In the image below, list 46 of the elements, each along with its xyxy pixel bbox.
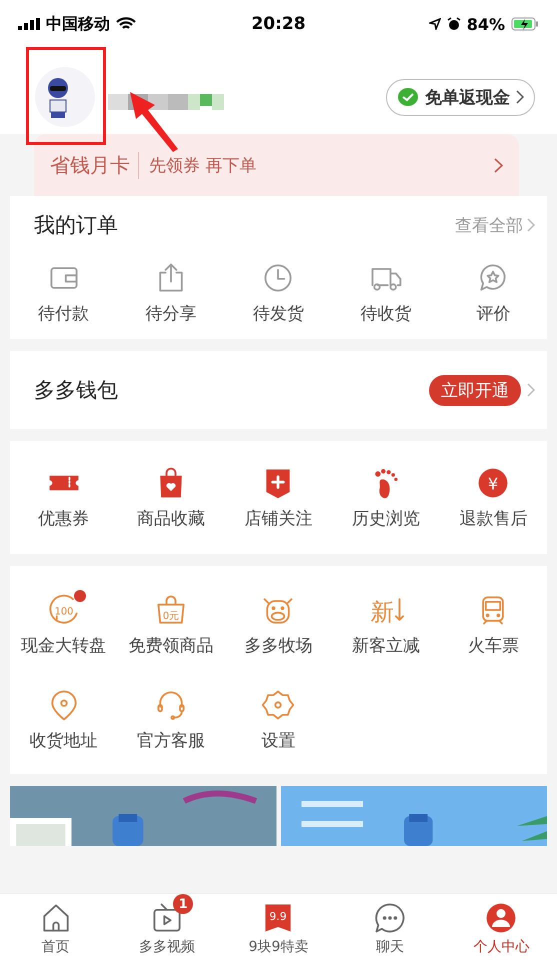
order-status-button[interactable]: 待付款 (10, 254, 118, 339)
section-title: 我的订单 (34, 212, 118, 239)
count-badge: 1 (173, 894, 194, 914)
promo-card[interactable]: 省钱月卡 先领券 再下单 (34, 134, 519, 196)
chevron-icon (527, 218, 535, 232)
tab[interactable]: 个人中心 (446, 894, 557, 966)
chevron-icon (516, 90, 524, 104)
order-status-button[interactable]: 评价 (440, 254, 547, 339)
service-button[interactable]: 100 现金大转盘 (10, 586, 118, 671)
cashback-button[interactable]: 免单返现金 (386, 78, 535, 116)
wifi-icon (116, 17, 136, 31)
tab[interactable]: 9.9 9块9特卖 (222, 894, 334, 966)
tab[interactable]: 1 多多视频 (111, 894, 223, 966)
shortcut-button[interactable]: 商品收藏 (117, 459, 225, 544)
activate-button[interactable]: 立即开通 (429, 374, 521, 406)
order-status-button[interactable]: 待收货 (332, 254, 440, 339)
service-button[interactable]: 设置 (224, 681, 332, 766)
annotation-arrow (128, 90, 180, 152)
carrier-name: 中国移动 (46, 14, 110, 34)
service-button[interactable]: 收货地址 (10, 681, 118, 766)
shortcut-button[interactable]: 店铺关注 (224, 459, 332, 544)
shortcut-button[interactable]: ¥ 退款售后 (440, 459, 547, 544)
promo-title: 省钱月卡 (50, 152, 139, 178)
order-status-button[interactable]: 待分享 (117, 254, 225, 339)
shortcut-button[interactable]: 优惠券 (10, 459, 118, 544)
shortcut-button[interactable]: 历史浏览 (332, 459, 440, 544)
battery-icon (511, 17, 539, 31)
alarm-icon (446, 17, 461, 31)
section-title: 多多钱包 (34, 377, 118, 404)
order-status-button[interactable]: 待发货 (224, 254, 332, 339)
chevron-icon (494, 158, 503, 172)
service-button[interactable]: 火车票 (440, 586, 547, 671)
clock-time: 20:28 (251, 14, 306, 34)
chevron-icon (527, 383, 535, 397)
tab[interactable]: 聊天 (334, 894, 446, 966)
checkmark-icon (397, 87, 419, 107)
service-button[interactable]: 新 新客立减 (332, 586, 440, 671)
signal-icon (18, 18, 40, 30)
avatar-icon[interactable] (34, 66, 96, 128)
service-button[interactable]: 官方客服 (117, 681, 225, 766)
battery-percent: 84% (466, 14, 505, 34)
promo-subtitle: 先领券 再下单 (149, 154, 258, 176)
location-icon (428, 18, 441, 30)
tab[interactable]: 首页 (0, 894, 112, 966)
service-button[interactable]: 0元 免费领商品 (117, 586, 225, 671)
service-button[interactable]: 多多牧场 (224, 586, 332, 671)
